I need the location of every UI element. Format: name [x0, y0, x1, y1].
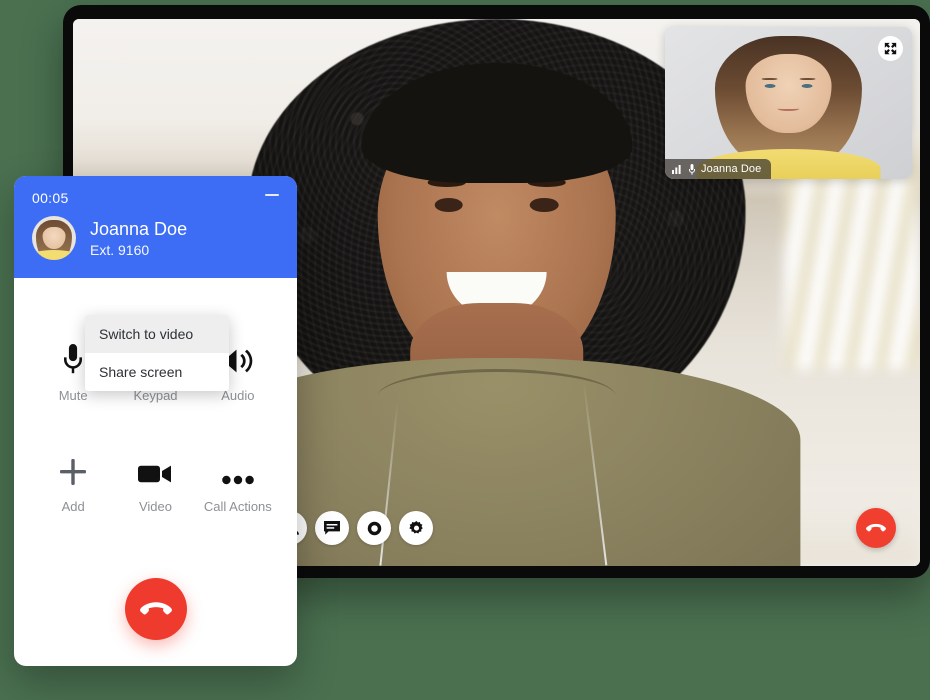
softphone-action-grid: Mute Keypad Audio Add Video Call Actions [14, 278, 297, 514]
dropdown-item-switch-to-video[interactable]: Switch to video [85, 315, 229, 353]
dropdown-item-share-screen[interactable]: Share screen [85, 353, 229, 391]
phone-hangup-icon [139, 602, 172, 615]
microphone-icon [688, 163, 696, 175]
gear-icon [408, 520, 423, 533]
action-label: Call Actions [203, 499, 272, 514]
record-circle-icon [367, 521, 381, 535]
phone-hangup-icon [866, 523, 886, 532]
expand-icon[interactable] [878, 36, 903, 61]
pip-name-label: Joanna Doe [665, 159, 772, 179]
chat-button[interactable] [315, 511, 349, 545]
caller-identity: Joanna Doe Ext. 9160 [32, 216, 279, 260]
ellipsis-icon [222, 455, 254, 485]
chat-bubble-icon [324, 521, 340, 535]
plus-icon [60, 455, 87, 485]
self-view-pip[interactable]: Joanna Doe [665, 27, 912, 179]
participant-eye-left [434, 197, 464, 213]
signal-bars-icon [672, 165, 681, 174]
action-label: Add [61, 499, 85, 514]
hangup-button[interactable] [856, 508, 896, 548]
avatar-body [32, 250, 76, 260]
avatar [32, 216, 76, 260]
caller-name: Joanna Doe [90, 218, 188, 239]
video-button[interactable]: Video [114, 455, 196, 514]
pip-eye-right [801, 84, 813, 89]
pip-participant-figure [696, 27, 881, 179]
pip-brow-left [761, 78, 778, 81]
pip-mouth [777, 107, 800, 112]
participant-eye-right [529, 197, 559, 213]
pip-eye-left [764, 84, 776, 89]
caller-text: Joanna Doe Ext. 9160 [90, 218, 187, 259]
hangup-button[interactable] [124, 578, 187, 640]
action-label: Video [138, 499, 172, 514]
record-button[interactable] [357, 511, 391, 545]
microphone-icon [62, 344, 84, 374]
call-actions-button[interactable]: Call Actions [197, 455, 279, 514]
minimize-icon[interactable] [265, 194, 279, 196]
participant-collar [377, 369, 616, 424]
pip-brow-right [799, 78, 816, 81]
softphone-widget: 00:05 Joanna Doe Ext. 9160 Mute Keypad A… [14, 176, 297, 666]
call-actions-dropdown: Switch to video Share screen [85, 315, 229, 391]
settings-button[interactable] [399, 511, 433, 545]
caller-extension: Ext. 9160 [90, 242, 150, 259]
video-camera-icon [138, 455, 172, 485]
call-timer: 00:05 [32, 190, 69, 206]
softphone-header: 00:05 Joanna Doe Ext. 9160 [14, 176, 297, 278]
pip-participant-name: Joanna Doe [701, 163, 762, 175]
action-label: Mute [58, 388, 88, 403]
add-button[interactable]: Add [32, 455, 114, 514]
